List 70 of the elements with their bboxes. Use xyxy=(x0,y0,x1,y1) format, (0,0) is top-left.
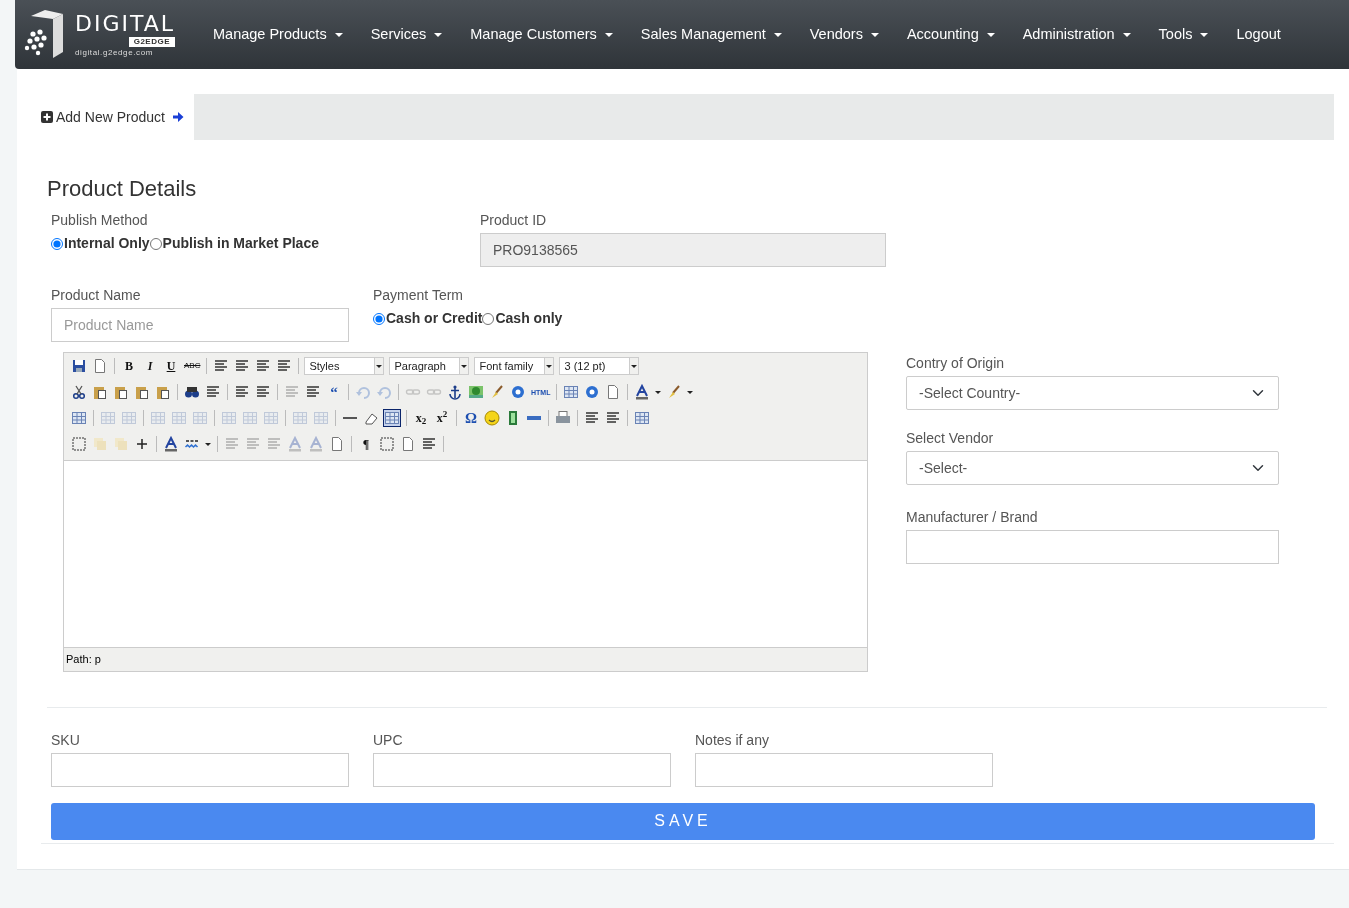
anchor-icon[interactable] xyxy=(446,383,464,402)
toolbar-button[interactable]: “ xyxy=(325,383,343,402)
nav-menu-item[interactable]: Sales Management xyxy=(640,23,766,46)
radio-label[interactable]: Cash or Credit xyxy=(386,308,483,330)
caret-icon[interactable] xyxy=(773,32,782,37)
field-label: Product Name xyxy=(51,286,142,306)
toolbar-button[interactable]: x$^{2}$ xyxy=(433,409,451,428)
arrow-right-icon xyxy=(171,111,184,123)
toolbar-button[interactable]: U xyxy=(162,357,180,376)
nav-menu-item[interactable]: Manage Customers xyxy=(470,23,597,46)
caret-icon[interactable] xyxy=(986,32,995,37)
logo[interactable]: DIGITAL G2EDGE digital.g2edge.com xyxy=(23,6,183,63)
toolbar-button[interactable]: Ω xyxy=(462,409,480,428)
manufacturer-field[interactable] xyxy=(906,530,1279,565)
field-label: Payment Term xyxy=(373,286,464,306)
nav-menu-item[interactable]: Accounting xyxy=(906,23,979,46)
toolbar-button[interactable]: ¶ xyxy=(357,435,375,454)
radio-label[interactable]: Cash only xyxy=(495,308,563,330)
radio-button[interactable] xyxy=(149,237,162,250)
nav-menu-item[interactable]: Vendors xyxy=(809,23,863,46)
caret-icon[interactable] xyxy=(1122,32,1131,37)
nav-menu-item[interactable]: Administration xyxy=(1022,23,1115,46)
text-field[interactable] xyxy=(51,752,349,787)
nav-menu-item[interactable]: Services xyxy=(370,23,427,46)
radio-button[interactable] xyxy=(482,312,495,325)
text-field[interactable] xyxy=(373,752,671,787)
table-icon[interactable] xyxy=(383,409,401,428)
caret-icon[interactable] xyxy=(1200,32,1209,37)
toolbar-button[interactable]: B xyxy=(120,357,138,376)
field-label: SKU xyxy=(51,730,81,750)
toolbar-dropdown[interactable]: Styles xyxy=(304,357,385,376)
cut-icon[interactable] xyxy=(70,383,88,402)
logo-badge: G2EDGE xyxy=(128,37,175,47)
product-name-field[interactable]: Product Name xyxy=(51,308,349,343)
vendor-select[interactable]: -Select- xyxy=(906,451,1279,486)
radio-label[interactable]: Publish in Market Place xyxy=(162,233,319,255)
toolbar-button[interactable]: x$_{2}$ xyxy=(412,409,430,428)
toolbar-dropdown[interactable]: Font family xyxy=(474,357,555,376)
toolbar-button[interactable]: ABC xyxy=(183,357,202,376)
country-select[interactable]: -Select Country- xyxy=(906,376,1279,411)
text-field[interactable] xyxy=(695,752,993,787)
nav-menu-item[interactable]: Tools xyxy=(1158,23,1193,46)
add-product-link[interactable]: Add New Product xyxy=(41,106,194,128)
logo-text: DIGITAL xyxy=(75,12,175,36)
logo-url: digital.g2edge.com xyxy=(75,49,154,57)
editor-path: Path: p xyxy=(65,652,102,668)
field-label: Notes if any xyxy=(695,730,770,750)
nav-menu-item[interactable]: Logout xyxy=(1236,23,1281,46)
toolbar-dropdown[interactable]: 3 (12 pt) xyxy=(559,357,640,376)
radio-button[interactable] xyxy=(373,312,385,325)
caret-icon[interactable] xyxy=(334,32,343,37)
toolbar-dropdown[interactable]: Paragraph xyxy=(389,357,470,376)
field-label: Select Vendor xyxy=(906,429,995,449)
field-label: Manufacturer / Brand xyxy=(906,508,1039,528)
style-icon[interactable] xyxy=(162,435,180,454)
field-label: Contry of Origin xyxy=(906,354,1006,374)
caret-icon[interactable] xyxy=(604,32,613,37)
plus-square-icon xyxy=(41,111,53,123)
field-label: Product ID xyxy=(480,211,548,231)
caret-icon[interactable] xyxy=(870,32,879,37)
caret-icon[interactable] xyxy=(434,32,443,37)
section-title: Product Details xyxy=(47,176,198,203)
smiley-icon[interactable] xyxy=(483,409,501,428)
radio-label[interactable]: Internal Only xyxy=(64,233,150,255)
field-label: Publish Method xyxy=(51,211,149,231)
nav-menu-item[interactable]: Manage Products xyxy=(213,23,327,46)
select-box-icon[interactable] xyxy=(70,435,88,454)
radio-button[interactable] xyxy=(51,237,63,250)
toolbar-button[interactable]: I xyxy=(141,357,159,376)
field-label: UPC xyxy=(373,730,404,750)
